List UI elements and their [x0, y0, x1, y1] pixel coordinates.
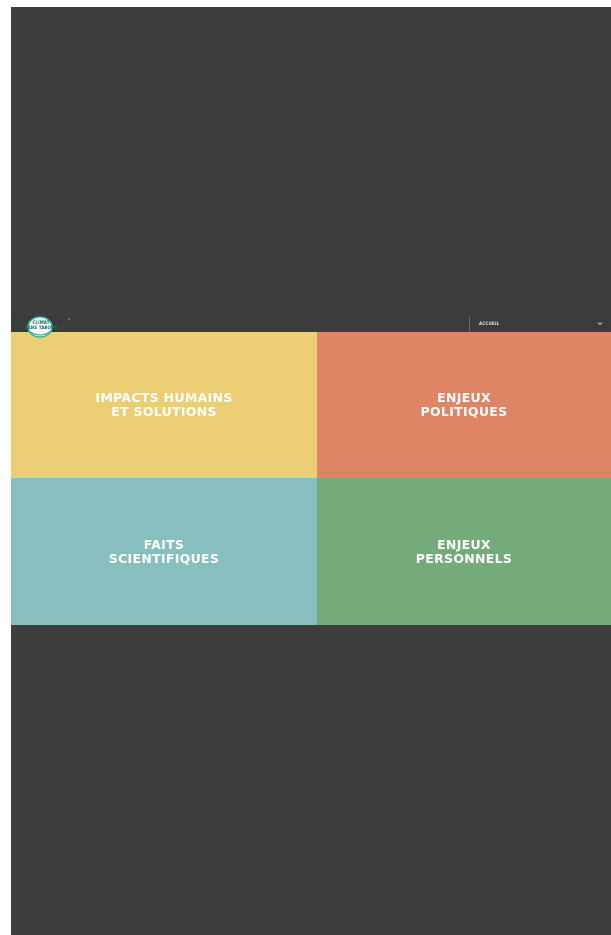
site-logo[interactable]: CLIMAT SANS TABOUS › — [21, 315, 70, 341]
logo-wordmark: CLIMAT SANS TABOUS — [21, 320, 61, 330]
tile-label: ENJEUX POLITIQUES — [420, 390, 508, 419]
tile-enjeux-politiques[interactable]: ENJEUX POLITIQUES — [317, 332, 611, 478]
tile-label: IMPACTS HUMAINS ET SOLUTIONS — [95, 390, 233, 419]
tile-label: ENJEUX PERSONNELS — [415, 536, 513, 566]
chevron-down-icon — [597, 322, 603, 326]
category-grid: IMPACTS HUMAINS ET SOLUTIONS ENJEUX POLI… — [11, 332, 611, 625]
nav-selected-label: ACCUEIL — [479, 321, 500, 326]
logo-pointer-icon: › — [68, 316, 71, 323]
tile-label: FAITS SCIENTIFIQUES — [108, 536, 220, 566]
logo-text-line2: SANS TABOUS — [24, 324, 58, 330]
tile-faits-scientifiques[interactable]: FAITS SCIENTIFIQUES — [11, 478, 317, 625]
tile-impacts-humains[interactable]: IMPACTS HUMAINS ET SOLUTIONS — [11, 332, 317, 478]
tile-enjeux-personnels[interactable]: ENJEUX PERSONNELS — [317, 478, 611, 625]
page-nav-dropdown[interactable]: ACCUEIL — [475, 318, 603, 330]
site-header: CLIMAT SANS TABOUS › ACCUEIL — [11, 316, 611, 338]
header-divider — [469, 317, 470, 332]
